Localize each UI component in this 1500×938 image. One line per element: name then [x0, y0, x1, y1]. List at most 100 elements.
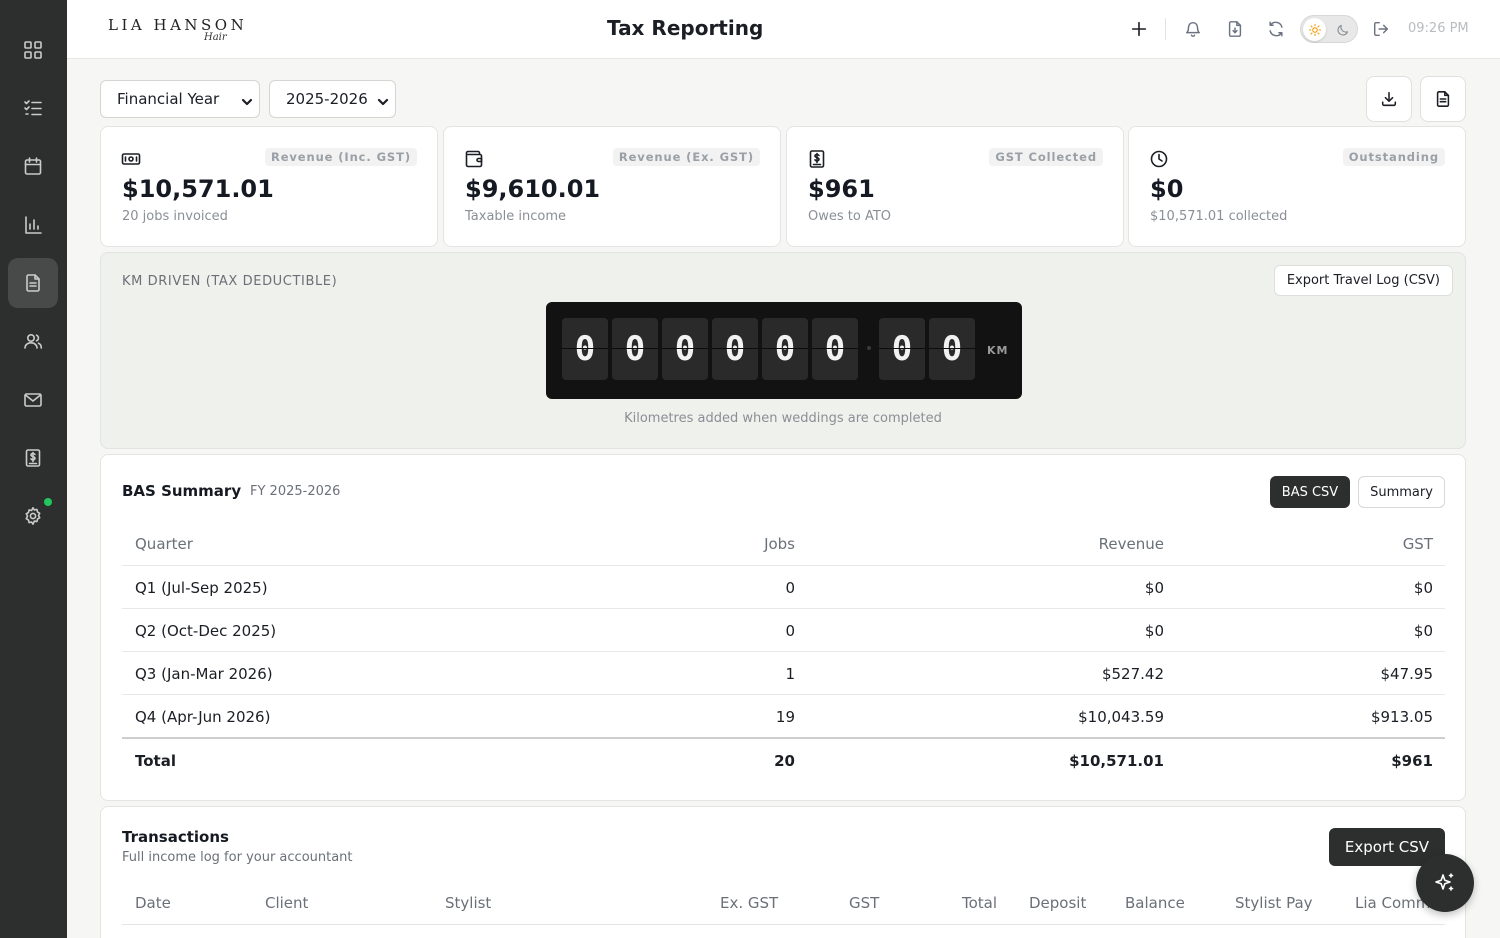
stat-subtext: 20 jobs invoiced [122, 209, 228, 224]
file-download-icon [1228, 21, 1242, 37]
transactions-subtitle: Full income log for your accountant [122, 850, 353, 865]
gear-icon [25, 507, 41, 525]
cash-icon [121, 149, 141, 169]
refresh-button[interactable] [1265, 18, 1287, 40]
stat-value: $0 [1150, 175, 1184, 203]
odometer-digit: 0 [879, 318, 925, 380]
sidebar-item-dashboard[interactable] [8, 25, 58, 75]
logo-signature: Hair [204, 32, 227, 43]
theme-toggle[interactable] [1300, 15, 1358, 43]
jobs-cell: 0 [785, 622, 795, 640]
notifications-button[interactable] [1182, 18, 1204, 40]
page-title: Tax Reporting [607, 16, 764, 40]
calendar-icon [24, 157, 42, 175]
stat-value: $9,610.01 [465, 175, 601, 203]
summary-button[interactable]: Summary [1358, 476, 1445, 508]
jobs-cell: 1 [785, 665, 795, 683]
column-header-stylist-pay[interactable]: Stylist Pay [1235, 894, 1313, 912]
column-header-total[interactable]: Total [962, 894, 997, 912]
quarter-cell: Q2 (Oct-Dec 2025) [135, 622, 277, 640]
transactions-title: Transactions [122, 828, 229, 846]
plus-icon [1131, 21, 1147, 37]
stat-card-revenue-ex-gst: Revenue (Ex. GST) $9,610.01 Taxable inco… [443, 126, 781, 247]
column-header-ex-gst[interactable]: Ex. GST [720, 894, 778, 912]
sun-icon [1303, 18, 1326, 41]
stat-card-revenue-inc-gst: Revenue (Inc. GST) $10,571.01 20 jobs in… [100, 126, 438, 247]
quarter-cell: Q4 (Apr-Jun 2026) [135, 708, 271, 726]
column-header-date[interactable]: Date [135, 894, 171, 912]
gst-cell: $913.05 [1370, 708, 1433, 726]
revenue-cell: $527.42 [1101, 665, 1164, 683]
table-header-row: Quarter Jobs Revenue GST [122, 523, 1445, 566]
bas-summary-card: BAS Summary FY 2025-2026 BAS CSV Summary… [100, 454, 1466, 801]
download-button[interactable] [1366, 76, 1412, 122]
sidebar-item-calendar[interactable] [8, 141, 58, 191]
column-header-gst[interactable]: GST [849, 894, 879, 912]
top-bar: LIA HANSON Hair Tax Reporting 09:26 PM [67, 0, 1500, 59]
column-header-stylist[interactable]: Stylist [445, 894, 491, 912]
sidebar-item-analytics[interactable] [8, 200, 58, 250]
stat-value: $10,571.01 [122, 175, 274, 203]
column-header-balance[interactable]: Balance [1125, 894, 1185, 912]
bas-table: Quarter Jobs Revenue GST Q1 (Jul-Sep 202… [122, 523, 1445, 781]
sidebar-item-tasks[interactable] [8, 83, 58, 133]
gst-cell: $0 [1413, 579, 1433, 597]
total-label: Total [135, 752, 176, 770]
column-header-client[interactable]: Client [265, 894, 308, 912]
checklist-icon [24, 100, 42, 116]
invoice-icon [25, 449, 41, 467]
transactions-card: Transactions Full income log for your ac… [100, 806, 1466, 938]
users-icon [24, 333, 43, 349]
gst-cell: $47.95 [1380, 665, 1434, 683]
total-row: Total 20 $10,571.01 $961 [122, 738, 1445, 781]
add-button[interactable] [1128, 18, 1150, 40]
jobs-cell: 19 [775, 708, 795, 726]
table-row: Q2 (Oct-Dec 2025) 0 $0 $0 [122, 609, 1445, 652]
stat-subtext: Owes to ATO [808, 209, 892, 224]
period-select[interactable]: 2025-2026 [269, 80, 396, 118]
stat-label: Revenue (Ex. GST) [612, 148, 760, 166]
document-download-button[interactable] [1224, 18, 1246, 40]
column-header-deposit[interactable]: Deposit [1029, 894, 1086, 912]
ai-assistant-button[interactable] [1416, 854, 1474, 912]
chevron-down-icon [241, 94, 253, 106]
odometer-digit: 0 [812, 318, 858, 380]
column-header-revenue[interactable]: Revenue [1099, 535, 1164, 553]
odometer-digit: 0 [712, 318, 758, 380]
table-row: Q1 (Jul-Sep 2025) 0 $0 $0 [122, 566, 1445, 609]
document-icon [26, 274, 40, 292]
km-label: KM DRIVEN (TAX DEDUCTIBLE) [122, 274, 338, 289]
column-header-jobs[interactable]: Jobs [764, 535, 795, 553]
period-type-value: Financial Year [117, 90, 220, 108]
odometer: 0 0 0 0 0 0 0 0 KM [546, 302, 1022, 399]
sidebar-item-messages[interactable] [8, 375, 58, 425]
bas-csv-button[interactable]: BAS CSV [1270, 476, 1350, 508]
table-row: Q4 (Apr-Jun 2026) 19 $10,043.59 $913.05 [122, 695, 1445, 738]
clock-icon [1149, 149, 1169, 169]
column-header-quarter[interactable]: Quarter [135, 535, 193, 553]
export-travel-log-button[interactable]: Export Travel Log (CSV) [1273, 265, 1453, 296]
km-caption: Kilometres added when weddings are compl… [624, 411, 942, 426]
stat-subtext: Taxable income [465, 209, 567, 224]
sidebar-item-clients[interactable] [8, 316, 58, 366]
column-header-gst[interactable]: GST [1403, 535, 1433, 553]
odometer-digit: 0 [929, 318, 975, 380]
sidebar-item-tax-reporting[interactable] [8, 258, 58, 308]
logout-icon [1373, 21, 1389, 37]
logo[interactable]: LIA HANSON Hair [108, 14, 244, 46]
odometer-digit: 0 [762, 318, 808, 380]
table-row: Q3 (Jan-Mar 2026) 1 $527.42 $47.95 [122, 652, 1445, 695]
revenue-cell: $0 [1144, 622, 1164, 640]
total-jobs: 20 [774, 752, 795, 770]
period-type-select[interactable]: Financial Year [100, 80, 260, 118]
wallet-icon [464, 149, 484, 169]
report-button[interactable] [1420, 76, 1466, 122]
odometer-digit: 0 [562, 318, 608, 380]
sidebar [0, 0, 67, 938]
sidebar-item-invoices[interactable] [8, 433, 58, 483]
decimal-point [867, 346, 871, 350]
stat-label: Outstanding [1342, 148, 1445, 166]
refresh-icon [1269, 21, 1283, 37]
odometer-unit: KM [987, 344, 1009, 357]
logout-button[interactable] [1370, 18, 1392, 40]
